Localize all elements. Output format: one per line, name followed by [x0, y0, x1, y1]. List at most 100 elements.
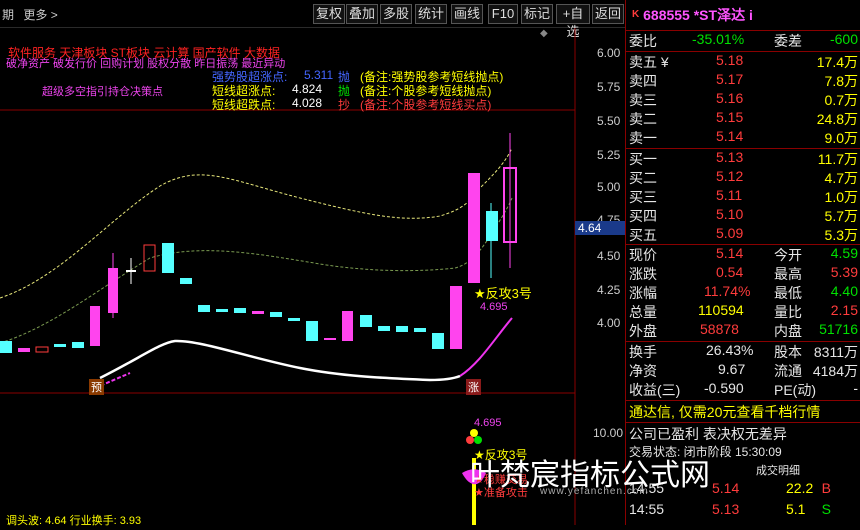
- ask-label: 卖二: [629, 111, 657, 127]
- support-line: [99, 339, 461, 382]
- candle: [306, 321, 318, 341]
- current-price-tag: 4.64: [575, 221, 625, 235]
- bid-row: 买五 5.09 5.3万: [626, 225, 860, 244]
- candle: [35, 346, 49, 353]
- ask-volume: 9.0万: [824, 130, 858, 146]
- ad-row[interactable]: 通达信, 仅需20元查看千档行情: [626, 402, 860, 421]
- mark-button[interactable]: 标记: [521, 4, 553, 24]
- legend-up-value: 4.824: [292, 82, 323, 96]
- bid-label: 买二: [629, 170, 657, 186]
- tick-direction: B: [821, 480, 831, 496]
- tick-time: 14:55: [629, 501, 665, 517]
- candle: [126, 270, 136, 272]
- candle: [342, 311, 353, 341]
- fuquan-button[interactable]: 复权: [313, 4, 345, 24]
- overlay-button[interactable]: 叠加: [346, 4, 378, 24]
- indicator-dot: [466, 436, 474, 444]
- stock-title[interactable]: K 688555 *ST泽达 i: [626, 0, 860, 30]
- legend-down-value: 4.028: [292, 96, 323, 110]
- info-icon[interactable]: i: [749, 7, 753, 23]
- bid-price: 5.13: [716, 149, 744, 165]
- weicha-label: 委差: [774, 33, 802, 49]
- ad-text[interactable]: 通达信, 仅需20元查看千档行情: [629, 402, 820, 422]
- candle: [162, 243, 174, 273]
- statistics-button[interactable]: 统计: [415, 4, 447, 24]
- stat2-label: 收益(三): [629, 382, 681, 398]
- tick-direction: S: [821, 501, 831, 517]
- bid-label: 买五: [629, 227, 657, 243]
- stat-value: 2.15: [830, 302, 858, 318]
- ask-label: 卖三: [629, 92, 657, 108]
- stat-label: 外盘: [629, 323, 657, 339]
- ask-volume: 24.8万: [816, 111, 858, 127]
- candle: [90, 306, 100, 346]
- ask-row: 卖五 ¥ 5.18 17.4万: [626, 52, 860, 71]
- ask-label: 卖五 ¥: [629, 54, 669, 70]
- collapse-icon[interactable]: ◆: [540, 28, 548, 39]
- bottom-indicator-text: 调头波: 4.64 行业换手: 3.93: [6, 515, 142, 527]
- divider: [626, 422, 860, 423]
- lower-signal-value: 4.695: [474, 417, 502, 429]
- candle: [252, 311, 264, 314]
- add-favorite-button[interactable]: +自选: [556, 4, 590, 39]
- stat-value: 51716: [819, 321, 858, 337]
- stat-label: 现价: [629, 247, 657, 263]
- toolbar-left: 期 更多 >: [2, 6, 64, 23]
- stat-label: 涨幅: [629, 285, 657, 301]
- news-text: 公司已盈利 表决权无差异: [629, 426, 787, 442]
- tick-volume: 5.1: [786, 501, 806, 517]
- indicator-dot: [470, 429, 478, 437]
- ask-volume: 7.8万: [824, 73, 858, 89]
- marker-yu: 预: [89, 379, 104, 395]
- quote-panel: K 688555 *ST泽达 i 委比 -35.01% 委差 -600 卖五 ¥…: [625, 0, 860, 525]
- bid-label: 买一: [629, 151, 657, 167]
- stat-label: 最高: [774, 266, 802, 282]
- candle: [234, 308, 246, 313]
- stat-value: 11.74%: [704, 283, 751, 299]
- upper-band-line: [0, 147, 513, 299]
- price-tick: 5.75: [597, 80, 621, 94]
- marker-zhang: 涨: [466, 379, 481, 395]
- stat2-value: 8311万: [813, 344, 858, 360]
- stat-value: 58878: [700, 321, 739, 337]
- bid-volume: 11.7万: [817, 151, 858, 167]
- candle: [216, 309, 228, 312]
- tick-volume: 22.2: [786, 480, 814, 496]
- bid-label: 买三: [629, 189, 657, 205]
- bid-label: 买四: [629, 208, 657, 224]
- stat2-row: 净资 9.67 流通 4184万: [626, 361, 860, 380]
- more-menu[interactable]: 更多 >: [23, 8, 57, 22]
- stat2-row: 收益(三) -0.590 PE(动) -: [626, 380, 860, 399]
- stat-value: 0.54: [716, 264, 744, 280]
- candle: [468, 173, 480, 283]
- stat-label: 最低: [774, 285, 802, 301]
- ask-volume: 0.7万: [824, 92, 858, 108]
- k-flag: K: [632, 9, 640, 20]
- stat-value: 4.59: [830, 245, 858, 261]
- legend-down-note: (备注:个股参考短线买点): [360, 98, 492, 112]
- candle: [288, 318, 300, 321]
- legend-down-action: 抄: [338, 98, 351, 112]
- bid-price: 5.11: [716, 187, 743, 203]
- divider: [626, 400, 860, 401]
- stat2-label: 换手: [629, 344, 657, 360]
- bid-volume: 5.7万: [824, 208, 858, 224]
- multi-stock-button[interactable]: 多股: [380, 4, 412, 24]
- ask-row: 卖三 5.16 0.7万: [626, 90, 860, 109]
- stat2-value: 9.67: [718, 361, 746, 377]
- price-tick: 6.00: [597, 46, 621, 60]
- f10-button[interactable]: F10: [488, 4, 518, 24]
- legend-down-name: 短线超跌点:: [212, 98, 276, 112]
- tick-header: 成交明细: [756, 465, 800, 477]
- legend-strong-value: 5.311: [304, 68, 334, 82]
- stat-value: 4.40: [830, 283, 858, 299]
- candle: [360, 315, 372, 327]
- stat-label: 量比: [774, 304, 802, 320]
- back-button[interactable]: 返回: [592, 4, 624, 24]
- weibi-row: 委比 -35.01% 委差 -600: [626, 31, 860, 50]
- period-label[interactable]: 期: [2, 8, 14, 22]
- stat2-value: 4184万: [812, 363, 858, 379]
- draw-line-button[interactable]: 画线: [451, 4, 483, 24]
- tick-price: 5.13: [712, 501, 740, 517]
- stat2-value: -0.590: [704, 380, 744, 396]
